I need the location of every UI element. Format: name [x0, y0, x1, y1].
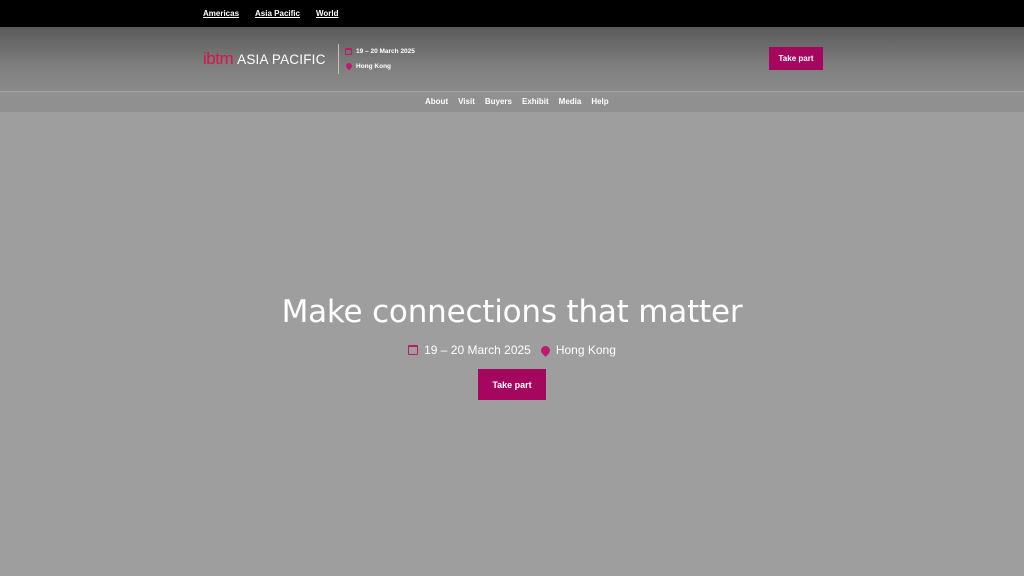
- nav-item-exhibit[interactable]: Exhibit: [522, 97, 549, 106]
- region-link-asia-pacific[interactable]: Asia Pacific: [255, 9, 300, 18]
- nav-item-help[interactable]: Help: [591, 97, 608, 106]
- region-links: Americas Asia Pacific World: [203, 9, 338, 18]
- main-nav: About Visit Buyers Exhibit Media Help: [0, 91, 1024, 112]
- hero-location: Hong Kong: [555, 343, 616, 357]
- nav-item-media[interactable]: Media: [559, 97, 582, 106]
- nav-item-visit[interactable]: Visit: [458, 97, 475, 106]
- hero-event-meta: 19 – 20 March 2025 Hong Kong: [0, 343, 1024, 357]
- header-location: Hong Kong: [356, 62, 392, 70]
- site-logo[interactable]: ibtm ASIA PACIFIC: [203, 49, 326, 69]
- region-link-world[interactable]: World: [316, 9, 339, 18]
- calendar-icon: [345, 47, 352, 55]
- site-header: [0, 27, 1024, 91]
- header-date: 19 – 20 March 2025: [356, 47, 415, 55]
- hero-date: 19 – 20 March 2025: [424, 343, 531, 357]
- logo-divider: [338, 44, 339, 74]
- nav-item-about[interactable]: About: [425, 97, 448, 106]
- top-bar: Americas Asia Pacific World: [0, 0, 1024, 27]
- logo-region: ASIA PACIFIC: [237, 52, 326, 67]
- hero-take-part-button[interactable]: Take part: [478, 369, 546, 400]
- calendar-icon: [408, 345, 419, 355]
- logo-brand: ibtm: [203, 49, 234, 68]
- map-pin-icon: [344, 61, 354, 71]
- region-link-americas[interactable]: Americas: [203, 9, 239, 18]
- header-take-part-button[interactable]: Take part: [769, 47, 823, 70]
- hero-title: Make connections that matter: [281, 294, 743, 330]
- map-pin-icon: [538, 343, 552, 357]
- nav-item-buyers[interactable]: Buyers: [485, 97, 512, 106]
- header-event-meta: 19 – 20 March 2025 Hong Kong: [344, 46, 415, 76]
